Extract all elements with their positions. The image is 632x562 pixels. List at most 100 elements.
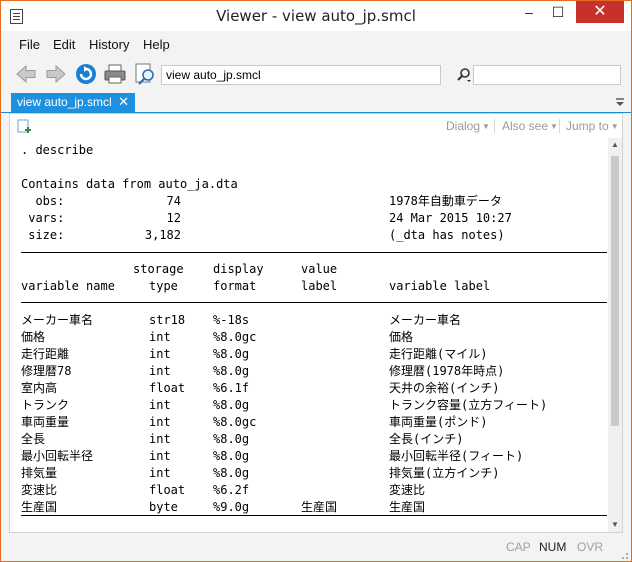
variable-type: byte (149, 500, 178, 514)
header-label: label (301, 279, 338, 293)
variable-format: %8.0g (213, 466, 250, 480)
command-address-input[interactable]: view auto_jp.smcl (161, 65, 441, 85)
variable-type: int (149, 466, 171, 480)
viewer-toolbar: Dialog ▼ Also see ▼ Jump to ▼ (10, 114, 622, 138)
header-format: format (213, 279, 257, 293)
variable-format: %9.0g (213, 500, 250, 514)
separator (494, 119, 495, 133)
variable-name: 全長 (21, 432, 46, 446)
search-icon[interactable] (456, 67, 472, 83)
new-viewer-icon[interactable] (16, 118, 32, 134)
variable-name: 排気量 (21, 466, 58, 480)
resize-grip-icon[interactable] (619, 549, 629, 559)
variable-format: %8.0g (213, 347, 250, 361)
variable-format: %8.0gc (213, 330, 257, 344)
header-type: type (149, 279, 178, 293)
variable-type: int (149, 398, 171, 412)
menu-file[interactable]: File (19, 37, 40, 52)
status-ovr: OVR (577, 540, 604, 554)
jump-to-menu[interactable]: Jump to ▼ (566, 119, 619, 133)
variable-type: float (149, 381, 186, 395)
variable-name: 修理暦78 (21, 364, 72, 378)
back-icon[interactable] (13, 61, 39, 87)
status-bar: CAP NUM OVR (1, 535, 631, 561)
header-variable-name: variable name (21, 279, 115, 293)
variable-label: 走行距離(マイル) (389, 347, 488, 361)
print-icon[interactable] (102, 61, 128, 87)
tab-strip: view auto_jp.smcl ✕ (1, 93, 631, 113)
tab-view-auto-jp[interactable]: view auto_jp.smcl ✕ (11, 93, 135, 112)
tab-list-icon[interactable] (615, 96, 625, 106)
variable-name: 最小回転半径 (21, 449, 94, 463)
variable-label: 排気量(立方インチ) (389, 466, 500, 480)
dataset-notes: (_dta has notes) (389, 228, 505, 242)
size-value: 3,182 (144, 228, 181, 242)
variable-name: 走行距離 (21, 347, 70, 361)
menu-history[interactable]: History (89, 37, 129, 52)
close-button[interactable]: ✕ (576, 1, 624, 23)
variable-type: int (149, 330, 171, 344)
variable-format: %8.0g (213, 364, 250, 378)
variable-name: 変速比 (21, 483, 58, 497)
scroll-down-icon[interactable]: ▼ (608, 518, 622, 532)
variable-format: %6.2f (213, 483, 250, 497)
header-value: value (301, 262, 338, 276)
variable-type: str18 (149, 313, 186, 327)
vars-label: vars: (21, 211, 65, 225)
vars-value: 12 (166, 211, 181, 225)
variable-type: int (149, 449, 171, 463)
scroll-up-icon[interactable]: ▲ (608, 138, 622, 152)
variable-label: 修理暦(1978年時点) (389, 364, 505, 378)
also-see-menu-label: Also see (502, 119, 549, 133)
variable-label: 車両重量(ポンド) (389, 415, 488, 429)
title-bar[interactable]: Viewer - view auto_jp.smcl – ☐ ✕ (1, 1, 631, 31)
variable-type: int (149, 415, 171, 429)
status-num: NUM (539, 540, 567, 554)
forward-icon[interactable] (43, 61, 69, 87)
variable-name: メーカー車名 (21, 313, 94, 327)
variable-format: %8.0g (213, 398, 250, 412)
header-display: display (213, 262, 264, 276)
divider (21, 302, 607, 303)
tab-label: view auto_jp.smcl (17, 95, 112, 109)
status-cap: CAP (506, 540, 531, 554)
also-see-menu[interactable]: Also see ▼ (502, 119, 558, 133)
dataset-label: 1978年自動車データ (389, 194, 502, 208)
tab-close-icon[interactable]: ✕ (118, 93, 129, 111)
command-line: . describe (21, 143, 94, 157)
variable-format: %8.0g (213, 432, 250, 446)
minimize-button[interactable]: – (515, 1, 543, 23)
value-label: 生産国 (301, 500, 338, 514)
search-input[interactable] (473, 65, 621, 85)
obs-value: 74 (166, 194, 181, 208)
obs-label: obs: (21, 194, 65, 208)
variable-format: %8.0g (213, 449, 250, 463)
variable-name: 生産国 (21, 500, 58, 514)
variable-name: 車両重量 (21, 415, 70, 429)
variable-name: 価格 (21, 330, 46, 344)
toolbar: view auto_jp.smcl (1, 57, 631, 93)
variable-type: int (149, 432, 171, 446)
jump-to-menu-label: Jump to (566, 119, 609, 133)
separator (559, 119, 560, 133)
maximize-button[interactable]: ☐ (544, 1, 572, 23)
size-label: size: (21, 228, 65, 242)
dialog-menu[interactable]: Dialog ▼ (446, 119, 490, 133)
variable-label: 生産国 (389, 500, 426, 514)
variable-label: 価格 (389, 330, 414, 344)
find-icon[interactable] (132, 61, 158, 87)
divider (21, 252, 607, 253)
variable-label: トランク容量(立方フィート) (389, 398, 548, 412)
variable-type: float (149, 483, 186, 497)
vertical-scrollbar[interactable]: ▲ ▼ (608, 138, 622, 532)
divider (21, 515, 607, 516)
dialog-menu-label: Dialog (446, 119, 481, 133)
refresh-icon[interactable] (73, 61, 99, 87)
variable-label: 最小回転半径(フィート) (389, 449, 524, 463)
variable-label: メーカー車名 (389, 313, 462, 327)
variable-label: 全長(インチ) (389, 432, 464, 446)
variable-name: 室内高 (21, 381, 58, 395)
menu-edit[interactable]: Edit (53, 37, 75, 52)
scroll-thumb[interactable] (611, 156, 619, 426)
menu-help[interactable]: Help (143, 37, 170, 52)
